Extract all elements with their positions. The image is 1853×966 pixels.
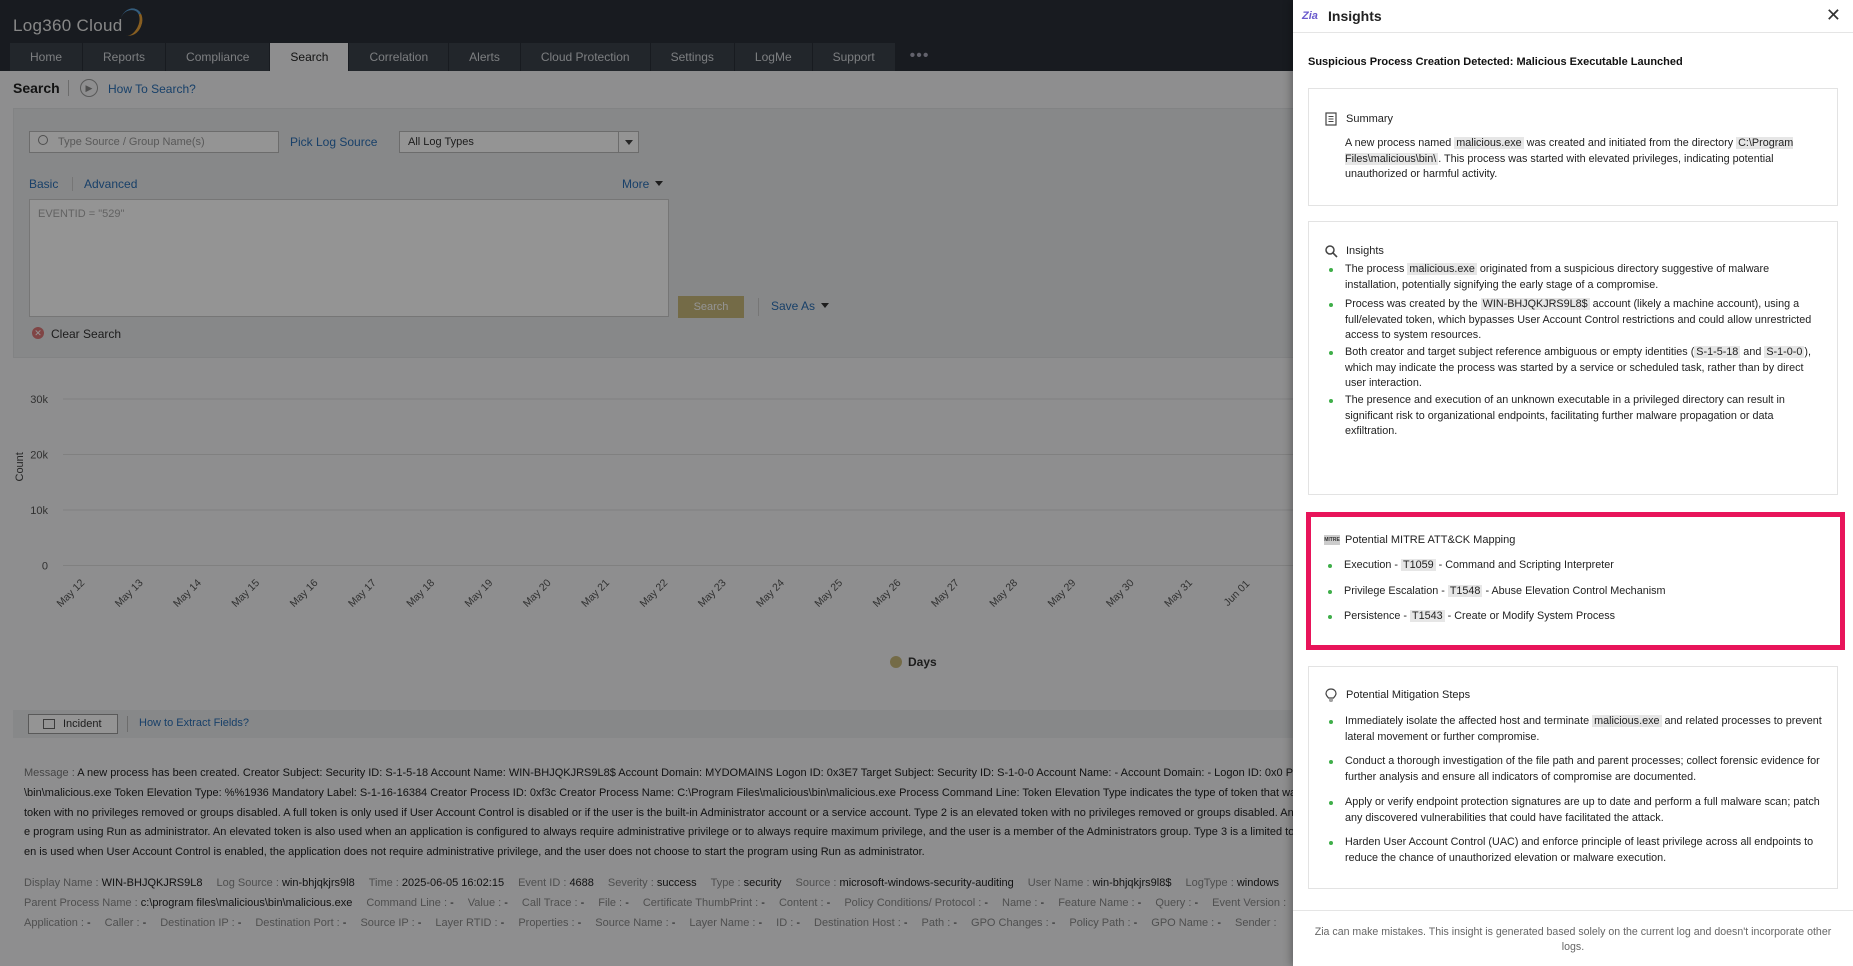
mitigation-bullet: Harden User Account Control (UAC) and en… [1329, 835, 1825, 866]
mitigation-bullet: Apply or verify endpoint protection sign… [1329, 795, 1825, 826]
text-run: The presence and execution of an unknown… [1345, 394, 1785, 437]
disclaimer: Zia can make mistakes. This insight is g… [1293, 910, 1853, 966]
insights-card: Insights The process malicious.exe origi… [1308, 221, 1838, 495]
insights-title: Insights [1328, 8, 1382, 24]
text-run: was created and initiated from the direc… [1523, 137, 1737, 149]
mitigation-bullet: Immediately isolate the affected host an… [1329, 714, 1825, 745]
magnifier-icon [1325, 245, 1338, 258]
mitigation-bullet: Conduct a thorough investigation of the … [1329, 754, 1825, 785]
insights-header: Zia Insights ✕ [1293, 0, 1853, 33]
text-run: Apply or verify endpoint protection sign… [1345, 796, 1820, 824]
text-run: and [1740, 346, 1765, 358]
summary-text: A new process named malicious.exe was cr… [1345, 136, 1820, 183]
text-run: Both creator and target subject referenc… [1345, 346, 1695, 358]
highlight-token: malicious.exe [1454, 137, 1524, 149]
insights-card-title: Insights [1346, 245, 1384, 257]
lightbulb-icon [1325, 688, 1337, 702]
highlight-token: S-1-0-0 [1764, 346, 1805, 358]
highlight-token: malicious.exe [1592, 715, 1662, 727]
insight-bullet: The presence and execution of an unknown… [1329, 393, 1825, 440]
highlight-token: WIN-BHJQKJRS9L8$ [1480, 298, 1590, 310]
text-run: The process [1345, 263, 1408, 275]
mitre-highlight-box [1306, 512, 1845, 650]
text-run: Harden User Account Control (UAC) and en… [1345, 836, 1814, 864]
summary-title: Summary [1346, 113, 1394, 125]
highlight-token: S-1-5-18 [1694, 346, 1741, 358]
zia-icon: Zia [1302, 10, 1318, 22]
mitigation-card: Potential Mitigation Steps Immediately i… [1308, 666, 1838, 889]
insight-heading: Suspicious Process Creation Detected: Ma… [1308, 56, 1683, 68]
insight-bullet: Both creator and target subject referenc… [1329, 345, 1825, 392]
insight-bullet: Process was created by the WIN-BHJQKJRS9… [1329, 297, 1825, 344]
highlight-token: malicious.exe [1407, 263, 1477, 275]
text-run: Process was created by the [1345, 298, 1481, 310]
document-icon [1325, 112, 1337, 126]
text-run: Immediately isolate the affected host an… [1345, 715, 1593, 727]
insight-bullet: The process malicious.exe originated fro… [1329, 262, 1825, 293]
insights-panel: Zia Insights ✕ Suspicious Process Creati… [1293, 0, 1853, 966]
text-run: A new process named [1345, 137, 1455, 149]
summary-card: Summary A new process named malicious.ex… [1308, 88, 1838, 206]
close-icon[interactable]: ✕ [1826, 5, 1841, 26]
insights-body: Suspicious Process Creation Detected: Ma… [1308, 56, 1838, 80]
text-run: Conduct a thorough investigation of the … [1345, 755, 1820, 783]
mitigation-title: Potential Mitigation Steps [1346, 689, 1471, 701]
